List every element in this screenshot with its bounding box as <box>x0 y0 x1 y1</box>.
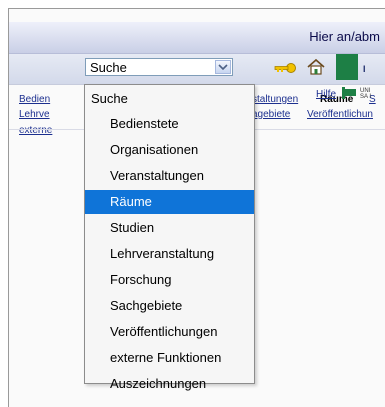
toolbar: Suche I <box>9 54 385 85</box>
nav-link-sachgebiete[interactable]: agebiete <box>252 109 290 120</box>
nav-link-veroeffentlichungen[interactable]: Veröffentlichun <box>307 109 373 120</box>
university-name: UNI SA I <box>360 88 372 100</box>
option-auszeichnungen[interactable]: Auszeichnungen <box>85 372 254 391</box>
login-link[interactable]: Hier an/abm <box>309 29 380 44</box>
option-forschung[interactable]: Forschung <box>85 268 254 292</box>
home-icon[interactable] <box>307 58 325 76</box>
nav-left-fragment: l <box>9 94 10 105</box>
select-value: Suche <box>90 60 127 75</box>
search-type-select[interactable]: Suche <box>85 58 233 76</box>
nav-link-lehrveranstaltung[interactable]: Lehrve <box>19 109 50 120</box>
option-veranstaltungen[interactable]: Veranstaltungen <box>85 164 254 188</box>
option-sachgebiete[interactable]: Sachgebiete <box>85 294 254 318</box>
search-type-dropdown: Suche Bedienstete Organisationen Veranst… <box>84 84 255 391</box>
help-link[interactable]: Hilfe <box>316 89 336 100</box>
nav-link-bedienstete[interactable]: Bedien <box>19 94 50 105</box>
option-suche[interactable]: Suche <box>85 87 254 111</box>
nav-link-veranstaltungen[interactable]: staltungen <box>252 94 298 105</box>
option-bedienstete[interactable]: Bedienstete <box>85 112 254 136</box>
nav-link-externe[interactable]: externe <box>19 125 52 136</box>
browser-frame: Hier an/abm Suche I l Bedien staltungen … <box>8 8 385 407</box>
chevron-down-icon[interactable] <box>215 60 231 74</box>
option-externe-funktionen[interactable]: externe Funktionen <box>85 346 254 370</box>
option-raeume[interactable]: Räume <box>85 190 254 214</box>
university-logo-block <box>336 54 358 80</box>
option-organisationen[interactable]: Organisationen <box>85 138 254 162</box>
key-icon[interactable] <box>273 61 297 75</box>
university-flag-icon <box>342 87 356 99</box>
option-veroeffentlichungen[interactable]: Veröffentlichungen <box>85 320 254 344</box>
top-banner: Hier an/abm <box>9 22 385 54</box>
option-studien[interactable]: Studien <box>85 216 254 240</box>
option-lehrveranstaltung[interactable]: Lehrveranstaltung <box>85 242 254 266</box>
logo-fragment: I <box>363 64 366 74</box>
